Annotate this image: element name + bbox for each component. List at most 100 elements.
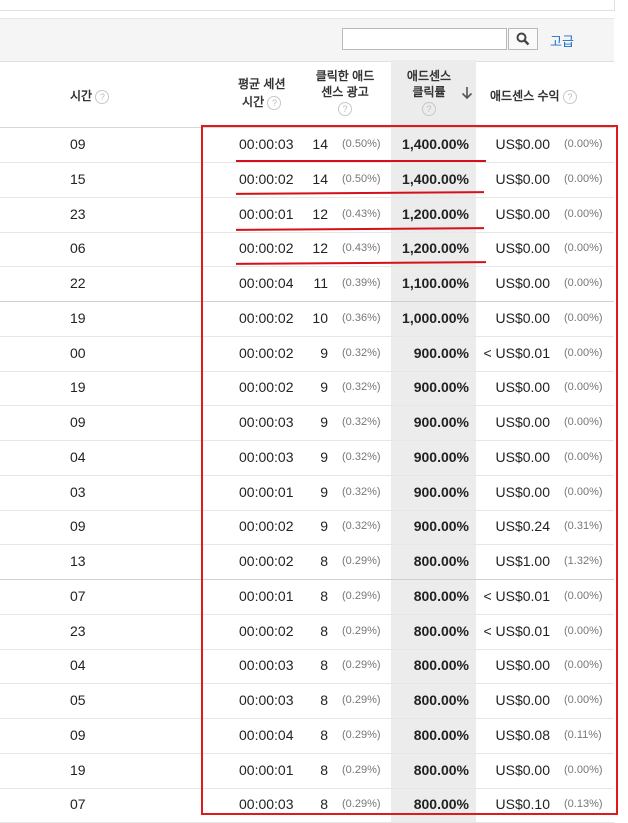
ctr-cell: 1,400.00% [402, 170, 469, 187]
revenue-percent-cell: (1.32%) [564, 555, 603, 567]
ctr-cell: 1,000.00% [402, 309, 469, 326]
revenue-cell: US$0.00 [495, 170, 550, 187]
hour-cell: 09 [70, 726, 86, 743]
ctr-cell: 900.00% [413, 414, 469, 430]
avg-session-cell: 00:00:01 [239, 483, 294, 500]
sort-down-arrow-icon[interactable] [461, 86, 473, 100]
column-label: 시간 [70, 89, 93, 103]
revenue-cell: US$0.00 [495, 275, 550, 291]
revenue-percent-cell: (0.13%) [564, 798, 603, 811]
clicks-cell: 8 [320, 553, 328, 569]
clicks-cell: 9 [320, 379, 328, 396]
table-row: 00 00:00:02 9 (0.32%) 900.00% < US$0.01 (0.00%… [0, 336, 614, 372]
clicks-percent-cell: (0.39%) [342, 277, 381, 289]
hour-cell: 22 [70, 275, 86, 291]
table-row: 09 00:00:03 9 (0.32%) 900.00% US$0.00 (0.00%) [0, 405, 614, 441]
revenue-cell: US$0.00 [495, 309, 550, 326]
hour-cell: 04 [70, 448, 86, 465]
avg-session-cell: 00:00:02 [239, 170, 294, 187]
column-header-clicked-ads[interactable]: 클릭한 애드 센스 광고 ? [310, 68, 380, 116]
column-label: 애드센스 [406, 69, 452, 83]
column-label: 클릭률 [412, 85, 446, 99]
column-label: 평균 세션 [238, 77, 286, 91]
clicks-cell: 14 [312, 170, 328, 187]
advanced-link[interactable]: 고급 [550, 31, 574, 50]
clicks-cell: 8 [320, 622, 328, 639]
search-button[interactable] [508, 28, 538, 50]
help-icon[interactable]: ? [562, 89, 577, 104]
revenue-cell: US$0.00 [495, 657, 550, 674]
revenue-cell: US$0.00 [495, 205, 550, 222]
help-icon[interactable]: ? [422, 101, 436, 116]
revenue-percent-cell: (0.00%) [564, 763, 603, 776]
table-row: 22 00:00:04 11 (0.39%) 1,100.00% US$0.00 (0.00… [0, 266, 614, 302]
help-icon[interactable]: ? [338, 101, 352, 116]
ctr-cell: 1,200.00% [402, 240, 469, 257]
revenue-cell: < US$0.01 [483, 344, 550, 361]
ctr-cell: 900.00% [413, 379, 469, 396]
revenue-cell: US$0.00 [495, 240, 550, 257]
revenue-percent-cell: (0.00%) [564, 381, 603, 394]
hour-cell: 23 [70, 205, 86, 222]
clicks-cell: 9 [320, 518, 328, 535]
clicks-cell: 8 [320, 761, 328, 778]
ctr-cell: 800.00% [413, 796, 469, 813]
revenue-percent-cell: (0.00%) [564, 311, 603, 324]
revenue-cell: US$0.00 [495, 483, 550, 500]
clicks-percent-cell: (0.29%) [342, 589, 381, 602]
hour-cell: 09 [70, 414, 86, 430]
hour-cell: 05 [70, 692, 86, 708]
table-row: 09 00:00:02 9 (0.32%) 900.00% US$0.24 (0.31%) [0, 509, 614, 546]
hour-cell: 07 [70, 796, 86, 813]
table-row: 04 00:00:03 9 (0.32%) 900.00% US$0.00 (0.00%) [0, 440, 614, 476]
revenue-percent-cell: (0.00%) [564, 659, 603, 672]
clicks-percent-cell: (0.29%) [342, 728, 381, 741]
avg-session-cell: 00:00:03 [239, 414, 294, 430]
hour-cell: 00 [70, 344, 86, 361]
clicks-cell: 11 [313, 275, 328, 291]
avg-session-cell: 00:00:04 [239, 726, 294, 743]
column-label: 시간 [242, 95, 265, 109]
clicks-cell: 9 [320, 448, 328, 465]
column-header-avg-session[interactable]: 평균 세션 시간 ? [238, 76, 286, 110]
help-icon[interactable]: ? [95, 89, 110, 104]
revenue-cell: US$0.00 [495, 379, 550, 396]
clicks-cell: 10 [312, 309, 328, 326]
avg-session-cell: 00:00:02 [239, 344, 294, 361]
table-row: 13 00:00:02 8 (0.29%) 800.00% US$1.00 (1.32%) [0, 544, 614, 580]
column-header-ctr[interactable]: 애드센스 클릭률 ? [394, 68, 464, 116]
table-row: 04 00:00:03 8 (0.29%) 800.00% US$0.00 (0.00%) [0, 648, 614, 685]
hour-cell: 09 [70, 136, 86, 152]
avg-session-cell: 00:00:02 [239, 518, 294, 535]
search-input[interactable] [342, 28, 507, 50]
clicks-cell: 9 [320, 414, 328, 430]
table-row: 19 00:00:02 10 (0.36%) 1,000.00% US$0.00 (0.00… [0, 301, 614, 337]
clicks-cell: 9 [320, 483, 328, 500]
avg-session-cell: 00:00:01 [239, 761, 294, 778]
clicks-cell: 14 [312, 136, 328, 152]
revenue-percent-cell: (0.00%) [564, 416, 603, 428]
column-label: 클릭한 애드 [315, 69, 375, 83]
revenue-percent-cell: (0.00%) [564, 694, 603, 706]
column-label: 애드센스 수익 [490, 89, 560, 103]
table-row: 09 00:00:03 14 (0.50%) 1,400.00% US$0.00 (0.00… [0, 127, 614, 163]
avg-session-cell: 00:00:03 [239, 448, 294, 465]
hour-cell: 19 [70, 379, 86, 396]
ctr-cell: 900.00% [413, 344, 469, 361]
avg-session-cell: 00:00:02 [239, 622, 294, 639]
help-icon[interactable]: ? [267, 95, 282, 110]
ctr-cell: 800.00% [413, 692, 469, 708]
revenue-percent-cell: (0.00%) [564, 207, 603, 220]
revenue-cell: US$0.00 [495, 136, 550, 152]
column-header-revenue[interactable]: 애드센스 수익 ? [490, 88, 577, 104]
hour-cell: 06 [70, 240, 86, 257]
revenue-percent-cell: (0.31%) [564, 520, 603, 533]
avg-session-cell: 00:00:03 [239, 796, 294, 813]
ctr-cell: 1,400.00% [402, 136, 469, 152]
ctr-cell: 1,100.00% [402, 275, 469, 291]
hour-cell: 13 [70, 553, 86, 569]
table-row: 15 00:00:02 14 (0.50%) 1,400.00% US$0.00 (0.00… [0, 162, 614, 198]
revenue-cell: US$0.10 [495, 796, 550, 813]
avg-session-cell: 00:00:02 [239, 553, 294, 569]
column-header-hour[interactable]: 시간 ? [70, 88, 110, 104]
